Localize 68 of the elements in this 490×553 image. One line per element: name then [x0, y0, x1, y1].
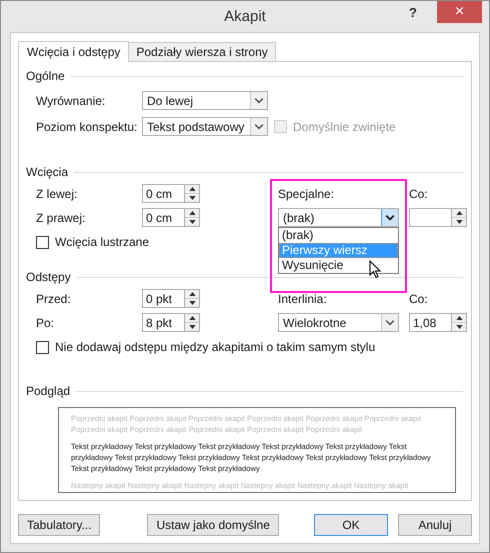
alignment-dropdown[interactable]: Do lewej [142, 91, 268, 110]
spin-up-button[interactable] [185, 209, 199, 217]
spin-down-button[interactable] [452, 322, 466, 331]
field-label: Z lewej: [36, 186, 78, 200]
dialog-button[interactable]: OK [314, 514, 388, 536]
section-heading: Odstępy [26, 270, 71, 284]
spin-up-button[interactable] [452, 314, 466, 322]
field-label: Przed: [36, 292, 72, 306]
field-label: Co: [409, 292, 429, 306]
field-label: Specjalne: [278, 186, 336, 200]
dropdown-option[interactable]: Wysunięcie [279, 258, 398, 273]
outline-level-dropdown[interactable]: Tekst podstawowy [142, 117, 268, 136]
spin-down-button[interactable] [185, 193, 199, 202]
input-field[interactable]: 8 pkt [142, 313, 184, 332]
tab[interactable]: Podziały wiersza i strony [128, 42, 276, 61]
down-arrow-icon [188, 196, 196, 200]
down-arrow-icon [456, 220, 462, 224]
caret-icon [250, 92, 267, 109]
special-dropdown[interactable]: (brak) [278, 208, 399, 227]
checkbox[interactable] [36, 340, 49, 354]
window-title: Akapit [224, 8, 266, 25]
dialog-button[interactable]: Ustaw jako domyślne [147, 514, 279, 536]
caret-icon [250, 118, 267, 135]
line-spacing-dropdown[interactable]: Wielokrotne [278, 313, 399, 332]
up-arrow-icon [188, 211, 196, 215]
dialog-button[interactable]: Anuluj [398, 514, 472, 536]
spin-up-button[interactable] [185, 185, 199, 193]
input-field[interactable]: 0 cm [142, 208, 184, 227]
down-arrow-icon [188, 325, 196, 329]
spin-down-button[interactable] [185, 322, 199, 331]
checkbox-label: Wcięcia lustrzane [55, 235, 150, 249]
section-heading: Wcięcia [26, 165, 68, 179]
dialog-button[interactable]: Tabulatory... [18, 514, 100, 536]
field-label: Wyrównanie: [36, 94, 106, 108]
tab[interactable]: Wcięcia i odstępy [18, 41, 130, 62]
down-arrow-icon [456, 325, 462, 329]
section-heading: Podgląd [26, 384, 70, 398]
field-label: Interlinia: [278, 292, 328, 306]
input-field[interactable]: 0 cm [142, 184, 184, 203]
caret-icon [381, 314, 398, 331]
spin-up-button[interactable] [452, 209, 466, 217]
input-field[interactable] [409, 208, 451, 227]
section-heading: Ogólne [26, 69, 65, 83]
input-field[interactable]: 0 pkt [142, 289, 184, 308]
up-arrow-icon [456, 211, 462, 215]
up-arrow-icon [456, 316, 462, 320]
spin-down-button[interactable] [185, 298, 199, 307]
spin-up-button[interactable] [185, 314, 199, 322]
up-arrow-icon [188, 292, 196, 296]
help-button[interactable]: ? [405, 5, 421, 20]
checkbox[interactable] [36, 236, 49, 248]
down-arrow-icon [188, 220, 196, 224]
dropdown-option[interactable]: (brak) [279, 228, 398, 243]
up-arrow-icon [188, 316, 196, 320]
field-label: Z prawej: [36, 210, 86, 224]
input-field[interactable]: 1,08 [409, 313, 451, 332]
field-label: Co: [409, 186, 429, 200]
checkbox-label: Nie dodawaj odstępu między akapitami o takim samym stylu [55, 340, 376, 354]
spin-down-button[interactable] [452, 217, 466, 226]
field-label: Poziom konspektu: [36, 120, 138, 134]
up-arrow-icon [188, 187, 196, 191]
spin-down-button[interactable] [185, 217, 199, 226]
down-arrow-icon [188, 301, 196, 305]
field-label: Po: [36, 316, 56, 330]
checkbox-label: Domyślnie zwinięte [293, 120, 396, 134]
caret-icon [381, 209, 398, 226]
close-button[interactable]: × [437, 1, 482, 23]
spin-up-button[interactable] [185, 290, 199, 298]
